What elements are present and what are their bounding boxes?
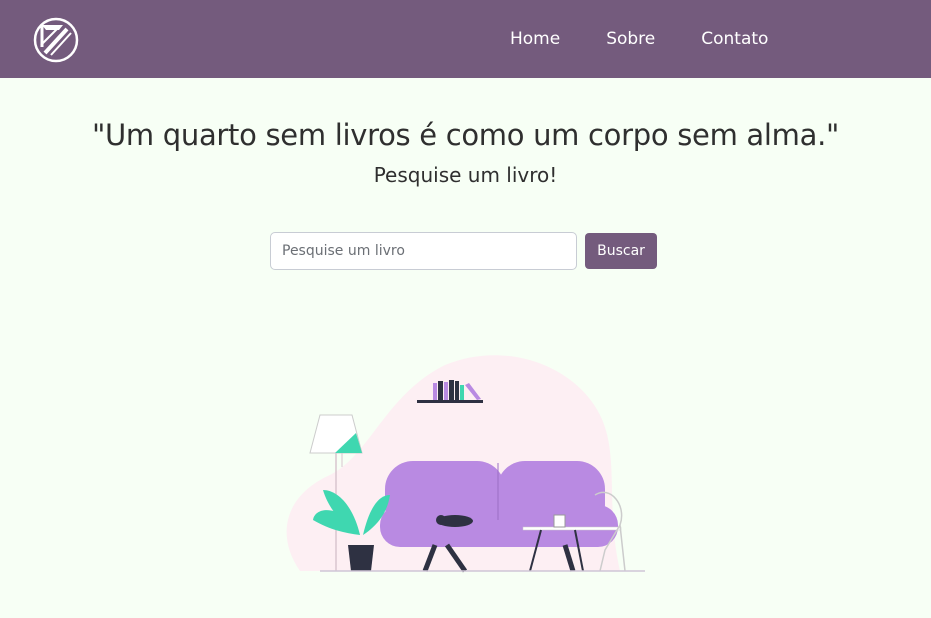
page-subtitle: Pesquise um livro!: [373, 163, 558, 187]
nav-link-home[interactable]: Home: [510, 29, 560, 49]
search-button[interactable]: Buscar: [585, 233, 657, 269]
nav-link-contato[interactable]: Contato: [701, 29, 768, 49]
nav-link-sobre[interactable]: Sobre: [606, 29, 655, 49]
logo-icon[interactable]: [33, 17, 79, 63]
living-room-illustration: [286, 355, 645, 573]
search-input[interactable]: [270, 232, 577, 270]
page-quote: "Um quarto sem livros é como um corpo se…: [91, 118, 840, 152]
main-nav: Home Sobre Contato: [510, 0, 814, 78]
top-navbar: Home Sobre Contato: [0, 0, 931, 78]
